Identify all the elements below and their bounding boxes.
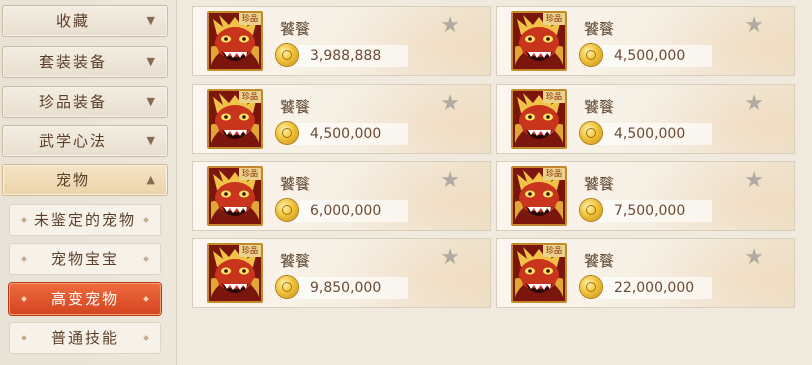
item-name: 饕餮: [280, 252, 311, 270]
price-amount: 4,500,000: [310, 126, 382, 142]
item-name: 饕餮: [280, 20, 311, 38]
price-box: 9,850,000: [276, 276, 408, 299]
gold-coin-icon: [580, 276, 602, 298]
price-box: 3,988,888: [276, 44, 408, 67]
listing-card[interactable]: 珍品 饕餮 ★ 3,988,888: [192, 6, 491, 76]
gold-coin-icon: [276, 122, 298, 144]
subitem-label: 未鉴定的宠物: [33, 211, 136, 229]
price-box: 4,500,000: [580, 44, 712, 67]
rare-badge: 珍品: [239, 91, 261, 103]
rare-badge: 珍品: [239, 13, 261, 25]
star-icon[interactable]: ★: [744, 13, 764, 38]
listing-card[interactable]: 珍品 饕餮 ★ 6,000,000: [192, 161, 491, 231]
star-icon[interactable]: ★: [744, 91, 764, 116]
category-set-equipment[interactable]: 套装装备 ▼: [2, 46, 168, 78]
chevron-down-icon: ▼: [146, 95, 155, 108]
rare-badge: 珍品: [543, 13, 565, 25]
subitem-label: 高变宠物: [50, 290, 119, 308]
subitem-label: 普通技能: [50, 329, 119, 347]
item-name: 饕餮: [584, 98, 615, 116]
subitem-label: 宠物宝宝: [50, 250, 119, 268]
category-pets[interactable]: 宠物 ▲: [2, 164, 168, 196]
chevron-down-icon: ▼: [146, 134, 155, 147]
star-icon[interactable]: ★: [440, 13, 460, 38]
item-name: 饕餮: [280, 175, 311, 193]
taotie-pet-icon: 珍品: [511, 243, 567, 303]
price-amount: 7,500,000: [614, 203, 686, 219]
price-amount: 3,988,888: [310, 48, 382, 64]
taotie-pet-icon: 珍品: [511, 89, 567, 149]
subitem-unidentified-pets[interactable]: 未鉴定的宠物: [9, 204, 161, 236]
chevron-up-icon: ▲: [146, 173, 155, 186]
category-label: 宠物: [55, 171, 90, 189]
price-amount: 4,500,000: [614, 126, 686, 142]
listing-card[interactable]: 珍品 饕餮 ★ 9,850,000: [192, 238, 491, 308]
listing-card[interactable]: 珍品 饕餮 ★ 4,500,000: [496, 84, 795, 154]
taotie-pet-icon: 珍品: [207, 89, 263, 149]
item-name: 饕餮: [280, 98, 311, 116]
taotie-pet-icon: 珍品: [207, 166, 263, 226]
listing-card[interactable]: 珍品 饕餮 ★ 4,500,000: [192, 84, 491, 154]
category-rare-equipment[interactable]: 珍品装备 ▼: [2, 86, 168, 118]
category-favorites[interactable]: 收藏 ▼: [2, 5, 168, 37]
gold-coin-icon: [580, 122, 602, 144]
listing-card[interactable]: 珍品 饕餮 ★ 22,000,000: [496, 238, 795, 308]
taotie-pet-icon: 珍品: [207, 243, 263, 303]
rare-badge: 珍品: [239, 168, 261, 180]
price-box: 4,500,000: [580, 122, 712, 145]
price-box: 7,500,000: [580, 199, 712, 222]
chevron-down-icon: ▼: [146, 55, 155, 68]
star-icon[interactable]: ★: [440, 168, 460, 193]
star-icon[interactable]: ★: [440, 245, 460, 270]
category-label: 武学心法: [38, 132, 107, 150]
gold-coin-icon: [580, 44, 602, 66]
price-amount: 6,000,000: [310, 203, 382, 219]
gold-coin-icon: [276, 276, 298, 298]
price-box: 6,000,000: [276, 199, 408, 222]
price-box: 4,500,000: [276, 122, 408, 145]
price-amount: 4,500,000: [614, 48, 686, 64]
category-martial-arts[interactable]: 武学心法 ▼: [2, 125, 168, 157]
rare-badge: 珍品: [543, 91, 565, 103]
item-name: 饕餮: [584, 252, 615, 270]
gold-coin-icon: [580, 199, 602, 221]
taotie-pet-icon: 珍品: [511, 166, 567, 226]
taotie-pet-icon: 珍品: [511, 11, 567, 71]
category-label: 套装装备: [38, 53, 107, 71]
price-box: 22,000,000: [580, 276, 712, 299]
listing-card[interactable]: 珍品 饕餮 ★ 4,500,000: [496, 6, 795, 76]
listing-card[interactable]: 珍品 饕餮 ★ 7,500,000: [496, 161, 795, 231]
gold-coin-icon: [276, 199, 298, 221]
gold-coin-icon: [276, 44, 298, 66]
item-name: 饕餮: [584, 20, 615, 38]
price-amount: 9,850,000: [310, 280, 382, 296]
subitem-pet-babies[interactable]: 宠物宝宝: [9, 243, 161, 275]
category-label: 收藏: [55, 12, 90, 30]
price-amount: 22,000,000: [614, 280, 695, 296]
category-sidebar: 收藏 ▼ 套装装备 ▼ 珍品装备 ▼ 武学心法 ▼ 宠物 ▲ 未鉴定的宠物 宠物…: [0, 0, 177, 365]
subitem-common-skills[interactable]: 普通技能: [9, 322, 161, 354]
star-icon[interactable]: ★: [744, 168, 764, 193]
subitem-mutated-pets[interactable]: 高变宠物: [9, 283, 161, 315]
rare-badge: 珍品: [543, 168, 565, 180]
taotie-pet-icon: 珍品: [207, 11, 263, 71]
rare-badge: 珍品: [239, 245, 261, 257]
category-label: 珍品装备: [38, 93, 107, 111]
star-icon[interactable]: ★: [440, 91, 460, 116]
star-icon[interactable]: ★: [744, 245, 764, 270]
chevron-down-icon: ▼: [146, 14, 155, 27]
item-name: 饕餮: [584, 175, 615, 193]
rare-badge: 珍品: [543, 245, 565, 257]
